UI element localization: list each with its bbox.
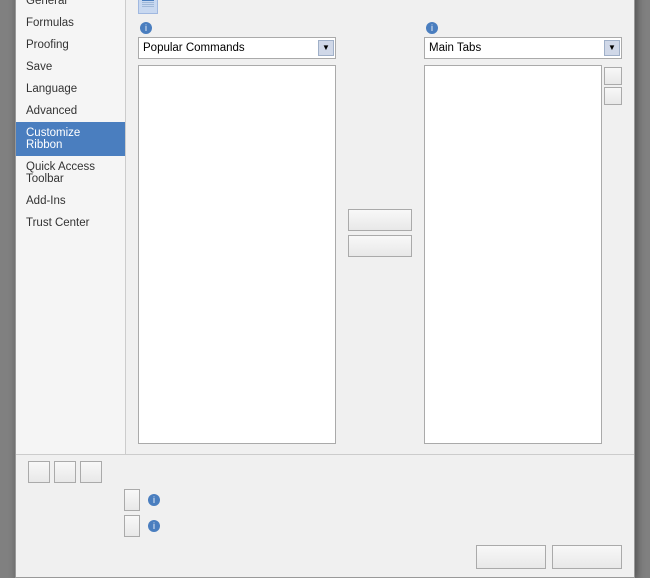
scroll-down-button[interactable] xyxy=(604,87,622,105)
main-content: i Popular Commands All Commands Macros F… xyxy=(126,0,634,454)
excel-options-dialog: GeneralFormulasProofingSaveLanguageAdvan… xyxy=(15,0,635,578)
dialog-body: GeneralFormulasProofingSaveLanguageAdvan… xyxy=(16,0,634,454)
remove-button[interactable] xyxy=(348,235,412,257)
left-column: i Popular Commands All Commands Macros F… xyxy=(138,22,336,444)
ok-cancel-row xyxy=(28,541,622,571)
rename-button[interactable] xyxy=(80,461,102,483)
left-info-icon[interactable]: i xyxy=(140,22,152,34)
right-column: i Main Tabs Tool Tabs All Tabs ▼ xyxy=(424,22,622,444)
sidebar-item-proofing[interactable]: Proofing xyxy=(16,34,125,56)
import-export-info-icon[interactable]: i xyxy=(148,520,160,532)
sidebar-item-general[interactable]: General xyxy=(16,0,125,12)
left-dropdown-container: Popular Commands All Commands Macros Fil… xyxy=(138,37,336,59)
reset-button[interactable] xyxy=(124,489,140,511)
right-list-with-scroll xyxy=(424,65,622,444)
scroll-up-button[interactable] xyxy=(604,67,622,85)
right-ribbon-tree[interactable] xyxy=(424,65,602,444)
sidebar-item-add-ins[interactable]: Add-Ins xyxy=(16,190,125,212)
reset-btn-container xyxy=(124,489,140,511)
left-commands-list[interactable] xyxy=(138,65,336,444)
import-export-container xyxy=(124,515,140,537)
sidebar-item-advanced[interactable]: Advanced xyxy=(16,100,125,122)
sidebar: GeneralFormulasProofingSaveLanguageAdvan… xyxy=(16,0,126,454)
section-icon xyxy=(138,0,158,14)
add-button[interactable] xyxy=(348,209,412,231)
right-column-label: i xyxy=(424,22,622,34)
import-export-button[interactable] xyxy=(124,515,140,537)
middle-buttons xyxy=(344,22,416,444)
right-dropdown-container: Main Tabs Tool Tabs All Tabs ▼ xyxy=(424,37,622,59)
new-group-button[interactable] xyxy=(54,461,76,483)
right-ribbon-dropdown[interactable]: Main Tabs Tool Tabs All Tabs xyxy=(424,37,622,59)
new-tab-button[interactable] xyxy=(28,461,50,483)
right-info-icon[interactable]: i xyxy=(426,22,438,34)
bottom-bar: i i xyxy=(16,454,634,577)
customizations-row: i xyxy=(28,489,622,511)
sidebar-item-trust-center[interactable]: Trust Center xyxy=(16,212,125,234)
sidebar-item-quick-access[interactable]: Quick Access Toolbar xyxy=(16,156,125,190)
ok-button[interactable] xyxy=(476,545,546,569)
ribbon-icon xyxy=(141,0,155,11)
tab-buttons-row xyxy=(28,461,622,483)
reset-info-icon[interactable]: i xyxy=(148,494,160,506)
sidebar-item-save[interactable]: Save xyxy=(16,56,125,78)
left-column-label: i xyxy=(138,22,336,34)
sidebar-item-language[interactable]: Language xyxy=(16,78,125,100)
sidebar-item-customize-ribbon[interactable]: Customize Ribbon xyxy=(16,122,125,156)
columns-container: i Popular Commands All Commands Macros F… xyxy=(138,22,622,444)
cancel-button[interactable] xyxy=(552,545,622,569)
left-commands-dropdown[interactable]: Popular Commands All Commands Macros Fil… xyxy=(138,37,336,59)
import-export-row: i xyxy=(28,515,622,537)
section-header xyxy=(138,0,622,14)
sidebar-item-formulas[interactable]: Formulas xyxy=(16,12,125,34)
scroll-buttons xyxy=(604,65,622,444)
